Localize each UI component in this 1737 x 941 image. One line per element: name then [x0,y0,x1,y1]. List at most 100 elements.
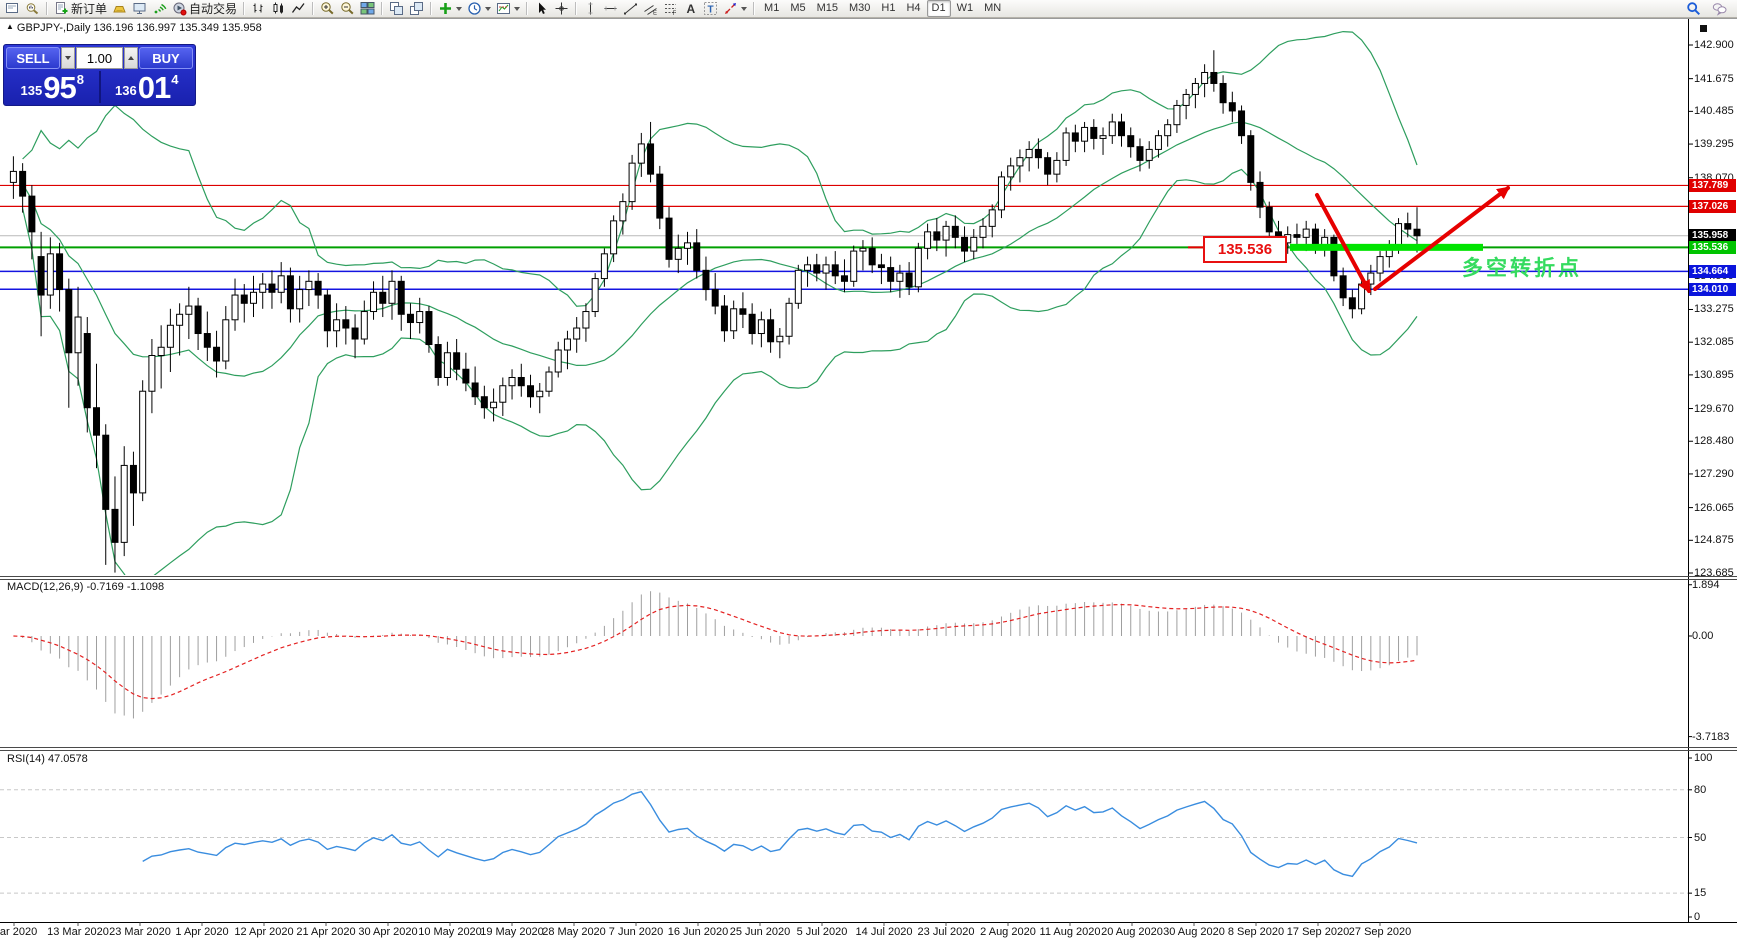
dropdown-arrow-icon [485,6,492,11]
crosshair-button[interactable] [552,1,571,17]
macd-signal-line [13,603,1418,700]
channel-button[interactable]: E [641,1,660,17]
zoom-in-button[interactable] [318,1,337,17]
volume-increase-button[interactable] [124,47,138,69]
crosshair-icon [555,2,568,15]
svg-text:A: A [687,2,696,16]
date-label: 21 Apr 2020 [296,926,356,938]
price-tick-label: 124.875 [1694,534,1734,547]
timeframe-w1-button[interactable]: W1 [952,0,979,17]
toolbar-separator [381,2,384,15]
price-tick-label: 133.275 [1694,303,1734,316]
add-indicator-button[interactable] [436,1,464,17]
chart-preview-icon [26,3,39,15]
svg-text:F: F [673,11,677,16]
terminal-icon [133,3,146,14]
text-label-icon: T [704,2,718,16]
chart-preview-button[interactable] [23,1,42,17]
date-label: 20 Aug 2020 [1101,926,1163,938]
timeframe-mn-button[interactable]: MN [979,0,1006,17]
trendline-button[interactable] [621,1,640,17]
zoom-out-button[interactable] [338,1,357,17]
zoom-out-icon [341,2,354,15]
gold-bar-button[interactable] [110,1,129,17]
timeframe-h1-button[interactable]: H1 [876,0,900,17]
fibonacci-button[interactable]: F [661,1,680,17]
vertical-line-button[interactable] [581,1,600,17]
bollinger-lower-band [22,168,1418,575]
cursor-button[interactable] [532,1,551,17]
rsi-axis-label: 50 [1694,831,1707,844]
chart-canvas[interactable] [0,0,1737,941]
price-tick-label: 129.670 [1694,402,1734,415]
price-badge: 137.789 [1689,178,1736,192]
toolbar-separator [430,2,433,15]
volume-input[interactable] [76,47,123,69]
terminal-button[interactable] [130,1,149,17]
dropdown-arrow-icon [456,6,463,11]
line-chart-button[interactable] [289,1,308,17]
timeframe-m5-button[interactable]: M5 [785,0,810,17]
signal-button[interactable] [150,1,169,17]
bar-chart-button[interactable] [249,1,268,17]
support-level-label[interactable]: 135.536 [1203,236,1287,263]
search-button[interactable] [1684,1,1703,17]
text-button[interactable]: A [681,1,700,17]
period-clock-button[interactable] [465,1,493,17]
support-segment[interactable] [1290,243,1483,251]
cascade-windows-button[interactable] [407,1,426,17]
tile-windows-button[interactable] [358,1,377,17]
rsi-axis-label: 0 [1694,911,1701,923]
buy-button[interactable]: BUY [139,47,193,69]
date-label: Mar 2020 [0,926,38,938]
horizontal-line-button[interactable] [601,1,620,17]
date-label: 8 Sep 2020 [1227,926,1285,938]
arrange-windows-button[interactable] [387,1,406,17]
timeframe-m1-button[interactable]: M1 [759,0,784,17]
chart-window-button[interactable] [3,1,22,17]
chart-window-icon [6,3,18,13]
new-order-button[interactable]: 新订单 [52,1,109,17]
toolbar-separator [526,2,529,15]
date-label: 19 May 2020 [480,926,544,938]
price-tick-label: 140.485 [1694,105,1734,118]
price-tick-label: 141.675 [1694,72,1734,85]
macd-axis-label: 1.894 [1692,578,1720,591]
timeframe-h4-button[interactable]: H4 [901,0,925,17]
template-button[interactable] [494,1,522,17]
date-label: 11 Aug 2020 [1039,926,1101,938]
arrows-button[interactable] [721,1,749,17]
macd-axis-label: -3.7183 [1692,730,1730,743]
candlestick-chart-button[interactable] [269,1,288,17]
candlestick-chart-icon [273,2,284,14]
text-icon: A [687,2,696,16]
macd-indicator-label: MACD(12,26,9) -0.7169 -1.1098 [7,581,165,593]
period-clock-icon [468,2,481,15]
symbol-marker-icon: ▲ [6,22,14,31]
new-order-label: 新订单 [71,2,108,16]
price-tick-label: 123.685 [1694,567,1734,579]
timeframe-m15-button[interactable]: M15 [812,0,843,17]
fibonacci-icon: F [665,4,677,16]
candles [9,50,1421,573]
autotrade-button[interactable]: 自动交易 [170,1,239,17]
toolbar: 新订单 自动交易 E F A T M1 M5 M15 M30 H1 H4 D1 W1 MN [0,0,1737,18]
rsi-plot [0,789,1688,894]
price-badge: 134.664 [1689,264,1736,278]
sell-price-button[interactable]: 135 95 8 [6,71,99,103]
date-label: 25 Jun 2020 [729,926,791,938]
chat-button[interactable] [1710,1,1729,17]
buy-price-button[interactable]: 136 01 4 [101,71,194,103]
svg-text:T: T [708,5,714,16]
timeframe-m30-button[interactable]: M30 [844,0,875,17]
bar-chart-icon [253,3,263,13]
rsi-axis-label: 80 [1694,783,1707,796]
volume-decrease-button[interactable] [61,47,75,69]
horizontal-line-icon [604,6,617,11]
sell-price-prefix: 135 [20,83,43,98]
turning-point-annotation[interactable]: 多空转折点 [1462,252,1582,282]
timeframe-d1-button[interactable]: D1 [926,0,951,17]
text-label-button[interactable]: T [701,1,720,17]
sell-button[interactable]: SELL [6,47,60,69]
channel-icon: E [644,5,657,16]
